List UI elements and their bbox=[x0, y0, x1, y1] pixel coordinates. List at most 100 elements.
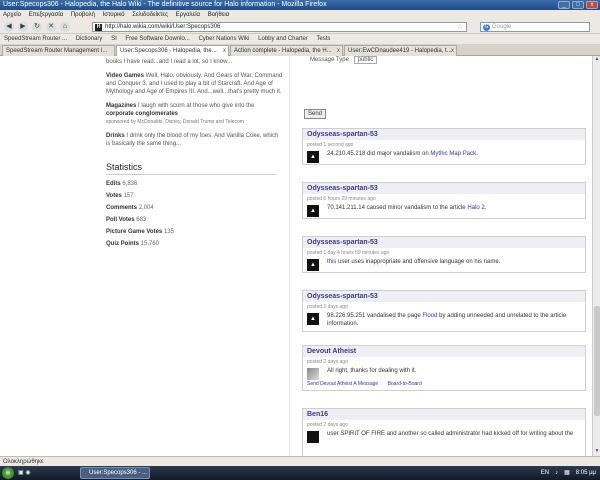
message-type-row: Message Type public bbox=[306, 56, 582, 64]
stat-value: 135 bbox=[163, 229, 174, 235]
send-button[interactable]: Send bbox=[304, 109, 326, 119]
menu-view[interactable]: Προβολή bbox=[71, 12, 95, 18]
comment-user[interactable]: Odysseas-spartan-53 bbox=[303, 129, 585, 140]
avatar[interactable] bbox=[307, 368, 319, 380]
stat-label: Quiz Points bbox=[106, 241, 139, 247]
avatar[interactable]: ▲ bbox=[307, 259, 319, 271]
close-tab-icon[interactable]: x bbox=[451, 46, 454, 56]
board-comment: Ben16 posted 2 days ago user SPIRIT OF F… bbox=[302, 408, 586, 456]
message-type-select[interactable]: public bbox=[353, 56, 378, 64]
scroll-down-icon[interactable]: ▼ bbox=[593, 448, 600, 456]
status-text: Ολοκληρώθηκε bbox=[3, 459, 44, 465]
bookmark-item[interactable]: SI bbox=[111, 36, 117, 42]
vertical-scrollbar[interactable]: ▲ ▼ bbox=[592, 56, 600, 456]
stat-label: Poll Votes bbox=[106, 217, 135, 223]
close-button[interactable]: x bbox=[586, 1, 598, 9]
menu-file[interactable]: Αρχείο bbox=[3, 12, 21, 18]
home-icon[interactable]: ⌂ bbox=[60, 22, 70, 32]
drinks-text: I drink only the blood of my foes. And V… bbox=[106, 133, 279, 147]
stat-edits: Edits 6,836 bbox=[106, 181, 283, 187]
comment-time: posted 1 second ago bbox=[307, 142, 354, 148]
taskbar-item-firefox[interactable]: User:Specops306 - ... bbox=[80, 467, 150, 479]
close-tab-icon[interactable]: x bbox=[337, 46, 340, 56]
comment-link[interactable]: Halo 2 bbox=[467, 205, 484, 211]
volume-icon[interactable]: ♪ bbox=[555, 470, 558, 476]
comment-text: All right, thanks for dealing with it. bbox=[327, 368, 417, 374]
menu-tools[interactable]: Εργαλεία bbox=[176, 12, 200, 18]
stop-icon[interactable]: ✕ bbox=[46, 22, 56, 32]
browser-tab[interactable]: Action complete - Halopedia, the H... x bbox=[230, 45, 343, 56]
stat-label: Comments bbox=[106, 205, 138, 211]
profile-video-games: Video Games Well, Halo, obviously. And G… bbox=[106, 72, 283, 96]
profile-drinks: Drinks I drink only the blood of my foes… bbox=[106, 132, 283, 148]
avatar[interactable] bbox=[307, 431, 319, 443]
url-bar[interactable]: H http://halo.wikia.com/wiki/User:Specop… bbox=[92, 22, 467, 32]
video-games-label: Video Games bbox=[106, 73, 144, 79]
comment-user[interactable]: Odysseas-spartan-53 bbox=[303, 291, 585, 302]
comment-link[interactable]: Flood bbox=[422, 313, 437, 319]
comment-time: posted 2 days ago bbox=[307, 359, 348, 365]
maximize-button[interactable]: □ bbox=[572, 1, 584, 9]
clock[interactable]: 8:05 μμ bbox=[576, 470, 596, 476]
board-comment: Odysseas-spartan-53 posted 1 day 4 hours… bbox=[302, 236, 586, 273]
start-button[interactable]: ⊞ bbox=[2, 467, 14, 479]
taskbar: ⊞ ▣ ◉ User:Specops306 - ... EN ♪ ▦ 8:05 … bbox=[0, 466, 600, 480]
comment-body: user SPIRIT OF FIRE and another so calle… bbox=[303, 430, 585, 444]
page-content: books I have read...and I read a lot, so… bbox=[0, 56, 600, 456]
avatar[interactable]: ▲ bbox=[307, 205, 319, 217]
comment-link[interactable]: Mythic Map Pack bbox=[430, 151, 476, 157]
menu-bookmarks[interactable]: Σελιδοδείκτες bbox=[132, 12, 168, 18]
comment-user[interactable]: Devout Atheist bbox=[303, 346, 585, 357]
comment-user[interactable]: Odysseas-spartan-53 bbox=[303, 237, 585, 248]
avatar[interactable]: ▲ bbox=[307, 313, 319, 325]
search-placeholder: Google bbox=[492, 24, 512, 30]
tab-label: User:EwCDnaudee419 - Halopedia, t... bbox=[348, 48, 452, 54]
scroll-up-icon[interactable]: ▲ bbox=[593, 56, 600, 64]
navigation-toolbar: ◀ ▶ ↻ ✕ ⌂ H http://halo.wikia.com/wiki/U… bbox=[0, 20, 600, 34]
browser-tab[interactable]: SpeedStream Router Management I... bbox=[2, 45, 115, 56]
scrollbar-thumb[interactable] bbox=[594, 306, 600, 416]
bookmark-star-icon[interactable]: ☆ bbox=[457, 23, 463, 32]
comment-user[interactable]: Ben16 bbox=[303, 409, 585, 420]
comment-text-end: . bbox=[476, 151, 478, 157]
board-to-board-link[interactable]: Board-to-Board bbox=[388, 381, 422, 387]
forward-icon[interactable]: ▶ bbox=[18, 22, 28, 32]
stat-comments: Comments 2,004 bbox=[106, 205, 283, 211]
menu-edit[interactable]: Επεξεργασία bbox=[29, 12, 64, 18]
bookmark-item[interactable]: Dictionary bbox=[76, 36, 103, 42]
magazines-text: I laugh with scorn at those who give int… bbox=[138, 103, 255, 109]
stat-votes: Votes 157 bbox=[106, 193, 283, 199]
language-indicator[interactable]: EN bbox=[541, 470, 549, 476]
bookmark-item[interactable]: Tests bbox=[316, 36, 330, 42]
menu-help[interactable]: Βοήθεια bbox=[208, 12, 230, 18]
taskbar-item-label: User:Specops306 - ... bbox=[89, 470, 148, 476]
stat-value: 157 bbox=[123, 193, 134, 199]
bookmark-item[interactable]: Free Software Downlo... bbox=[125, 36, 189, 42]
comment-body: All right, thanks for dealing with it. bbox=[303, 367, 585, 381]
minimize-button[interactable]: _ bbox=[558, 1, 570, 9]
message-board-column: Message Type public Send Odysseas-sparta… bbox=[300, 56, 588, 456]
browser-tab-active[interactable]: User:Specops306 - Halopedia, the... x bbox=[116, 45, 229, 56]
menu-history[interactable]: Ιστορικό bbox=[103, 12, 125, 18]
tab-label: Action complete - Halopedia, the H... bbox=[234, 48, 332, 54]
comment-link[interactable]: this bbox=[327, 259, 336, 265]
search-input[interactable]: G Google bbox=[480, 22, 590, 32]
close-tab-icon[interactable]: x bbox=[223, 46, 226, 56]
send-message-link[interactable]: Send Devout Atheist A Message bbox=[307, 381, 378, 387]
bookmark-item[interactable]: SpeedStream Router ... bbox=[4, 36, 67, 42]
back-icon[interactable]: ◀ bbox=[4, 22, 14, 32]
reload-icon[interactable]: ↻ bbox=[32, 22, 42, 32]
comment-time: posted 6 hours 29 minutes ago bbox=[307, 196, 376, 202]
magazines-label: Magazines bbox=[106, 103, 137, 109]
avatar[interactable]: ▲ bbox=[307, 151, 319, 163]
bookmark-item[interactable]: Lobby and Charter bbox=[258, 36, 308, 42]
profile-column: books I have read...and I read a lot, so… bbox=[100, 56, 290, 456]
comment-user[interactable]: Odysseas-spartan-53 bbox=[303, 183, 585, 194]
profile-magazines: Magazines I laugh with scorn at those wh… bbox=[106, 102, 283, 126]
browser-tab[interactable]: User:EwCDnaudee419 - Halopedia, t... x bbox=[344, 45, 457, 56]
board-comment: Odysseas-spartan-53 posted 2 days ago ▲ … bbox=[302, 290, 586, 332]
network-icon[interactable]: ▦ bbox=[564, 469, 570, 476]
tab-label: SpeedStream Router Management I... bbox=[6, 48, 108, 54]
stat-value: 15,760 bbox=[140, 241, 160, 247]
bookmark-item[interactable]: Cyber Nations Wiki bbox=[198, 36, 249, 42]
